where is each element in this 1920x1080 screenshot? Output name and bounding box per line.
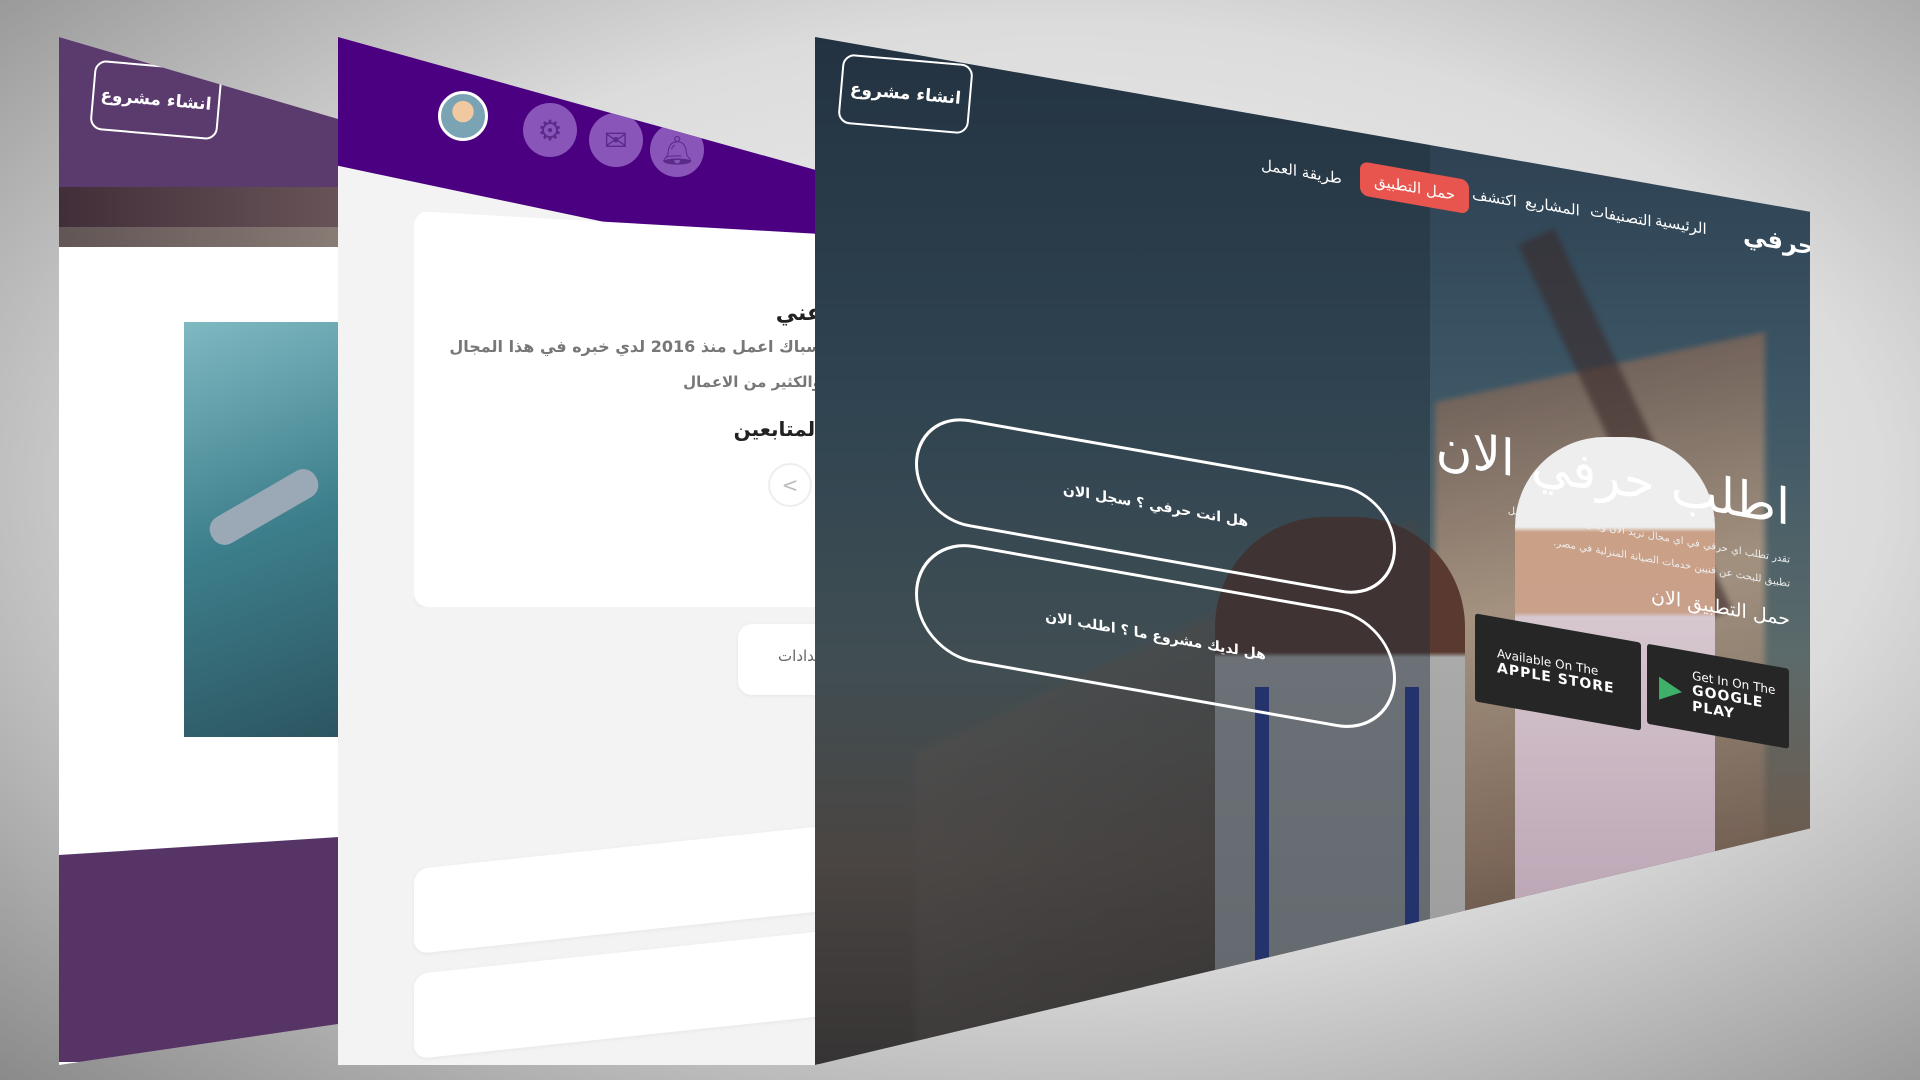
nav-categories[interactable]: التصنيفات [1590, 202, 1652, 231]
about-text: سباك اعمل منذ 2016 لدي خبره في هذا المجا… [449, 337, 822, 356]
back-panel: انشاء مشروع [59, 37, 339, 1065]
carousel-prev-button[interactable]: < [768, 463, 812, 507]
google-play-icon: ▶ [1659, 668, 1683, 708]
profile-panel: ⚙ ✉ 🔔︎ عني سباك اعمل منذ 2016 لدي خبره ف… [338, 37, 818, 1065]
nav-how-it-works[interactable]: طريقة العمل [1261, 156, 1342, 188]
nav-projects[interactable]: المشاريع [1525, 192, 1580, 220]
back-banner-strip [59, 187, 339, 247]
logo-text: حرفي [1743, 220, 1810, 262]
wrench-icon [204, 464, 324, 550]
content-card [414, 824, 818, 955]
create-project-button[interactable]: انشاء مشروع [89, 59, 223, 141]
back-footer [59, 837, 339, 1062]
plumber-image [184, 322, 339, 737]
followers-title: المتابعين [733, 417, 822, 441]
nav-home[interactable]: الرئيسية [1655, 211, 1707, 238]
content-card [414, 929, 818, 1060]
gear-icon[interactable]: ⚙ [523, 103, 577, 157]
mail-icon[interactable]: ✉ [589, 113, 643, 167]
apple-store-button[interactable]: Available On The APPLE STORE [1475, 613, 1641, 731]
logo[interactable]: ⛑ حرفي [1743, 221, 1810, 269]
nav-explore[interactable]: اكتشف [1472, 185, 1517, 211]
bell-icon[interactable]: 🔔︎ [650, 123, 704, 177]
about-text: والكثير من الاعمال [683, 373, 822, 391]
avatar[interactable] [438, 91, 488, 141]
nav-download-app-button[interactable]: حمل التطبيق [1360, 161, 1470, 215]
landing-panel: انشاء مشروع طريقة العمل حمل التطبيق اكتش… [815, 37, 1810, 1065]
about-card [414, 211, 818, 607]
google-play-button[interactable]: ▶ Get In On The GOOGLE PLAY [1647, 643, 1789, 749]
